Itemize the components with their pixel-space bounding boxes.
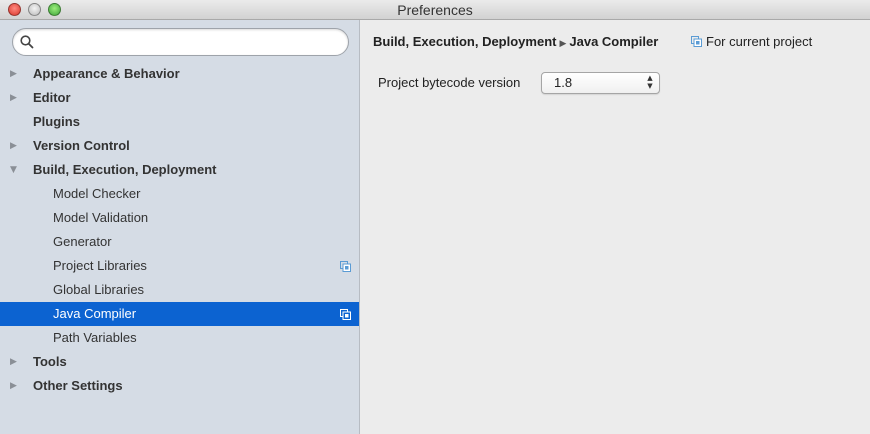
tree-item-build-execution-deployment[interactable]: ▼ Build, Execution, Deployment [0,158,359,182]
settings-sidebar: ▶ Appearance & Behavior ▶ Editor Plugins… [0,20,360,434]
bytecode-version-value: 1.8 [554,75,573,90]
tree-item-path-variables[interactable]: Path Variables [0,326,359,350]
tree-item-label: Version Control [33,138,130,153]
tree-item-model-checker[interactable]: Model Checker [0,182,359,206]
tree-item-project-libraries[interactable]: Project Libraries [0,254,359,278]
tree-item-label: Generator [53,234,112,249]
tree-item-label: Plugins [33,114,80,129]
breadcrumb-separator-icon: ▶ [559,39,567,49]
tree-item-other-settings[interactable]: ▶ Other Settings [0,374,359,398]
search-field[interactable] [12,28,349,56]
tree-item-label: Other Settings [33,378,123,393]
tree-item-version-control[interactable]: ▶ Version Control [0,134,359,158]
triangle-right-icon[interactable]: ▶ [10,350,20,374]
tree-item-label: Project Libraries [53,258,147,273]
triangle-right-icon[interactable]: ▶ [10,374,20,398]
triangle-right-icon[interactable]: ▶ [10,134,20,158]
tree-item-java-compiler[interactable]: Java Compiler [0,302,359,326]
scope-indicator: For current project [691,33,812,51]
breadcrumb-current: Java Compiler [569,34,659,49]
tree-item-plugins[interactable]: Plugins [0,110,359,134]
tree-item-label: Model Checker [53,186,141,201]
settings-tree: ▶ Appearance & Behavior ▶ Editor Plugins… [0,62,359,398]
tree-item-label: Global Libraries [53,282,145,297]
triangle-down-icon[interactable]: ▼ [10,158,20,182]
window-title: Preferences [397,2,473,18]
tree-item-label: Appearance & Behavior [33,66,180,81]
tree-item-label: Editor [33,90,71,105]
tree-item-tools[interactable]: ▶ Tools [0,350,359,374]
project-scope-icon [340,309,351,320]
tree-item-label: Model Validation [53,210,149,225]
settings-panel: Build, Execution, Deployment ▶ Java Compil… [361,20,870,434]
breadcrumb-parent[interactable]: Build, Execution, Deployment [373,34,556,49]
bytecode-version-label: Project bytecode version [378,75,521,90]
tree-item-appearance-behavior[interactable]: ▶ Appearance & Behavior [0,62,359,86]
title-bar: Preferences [0,0,870,20]
search-icon [20,35,34,49]
project-scope-icon [691,36,702,47]
triangle-right-icon[interactable]: ▶ [10,62,20,86]
tree-item-label: Tools [33,354,67,369]
tree-item-global-libraries[interactable]: Global Libraries [0,278,359,302]
tree-item-label: Java Compiler [53,306,137,321]
tree-item-label: Path Variables [53,330,137,345]
updown-arrows-icon: ▲ ▼ [647,74,653,90]
project-scope-icon [340,261,351,272]
scope-label: For current project [706,34,813,49]
bytecode-version-select[interactable]: 1.8 ▲ ▼ [541,72,660,94]
breadcrumb: Build, Execution, Deployment ▶ Java Compil… [373,33,658,51]
tree-item-editor[interactable]: ▶ Editor [0,86,359,110]
tree-item-model-validation[interactable]: Model Validation [0,206,359,230]
triangle-right-icon[interactable]: ▶ [10,86,20,110]
tree-item-label: Build, Execution, Deployment [33,162,217,177]
search-input[interactable] [39,33,339,51]
tree-item-generator[interactable]: Generator [0,230,359,254]
